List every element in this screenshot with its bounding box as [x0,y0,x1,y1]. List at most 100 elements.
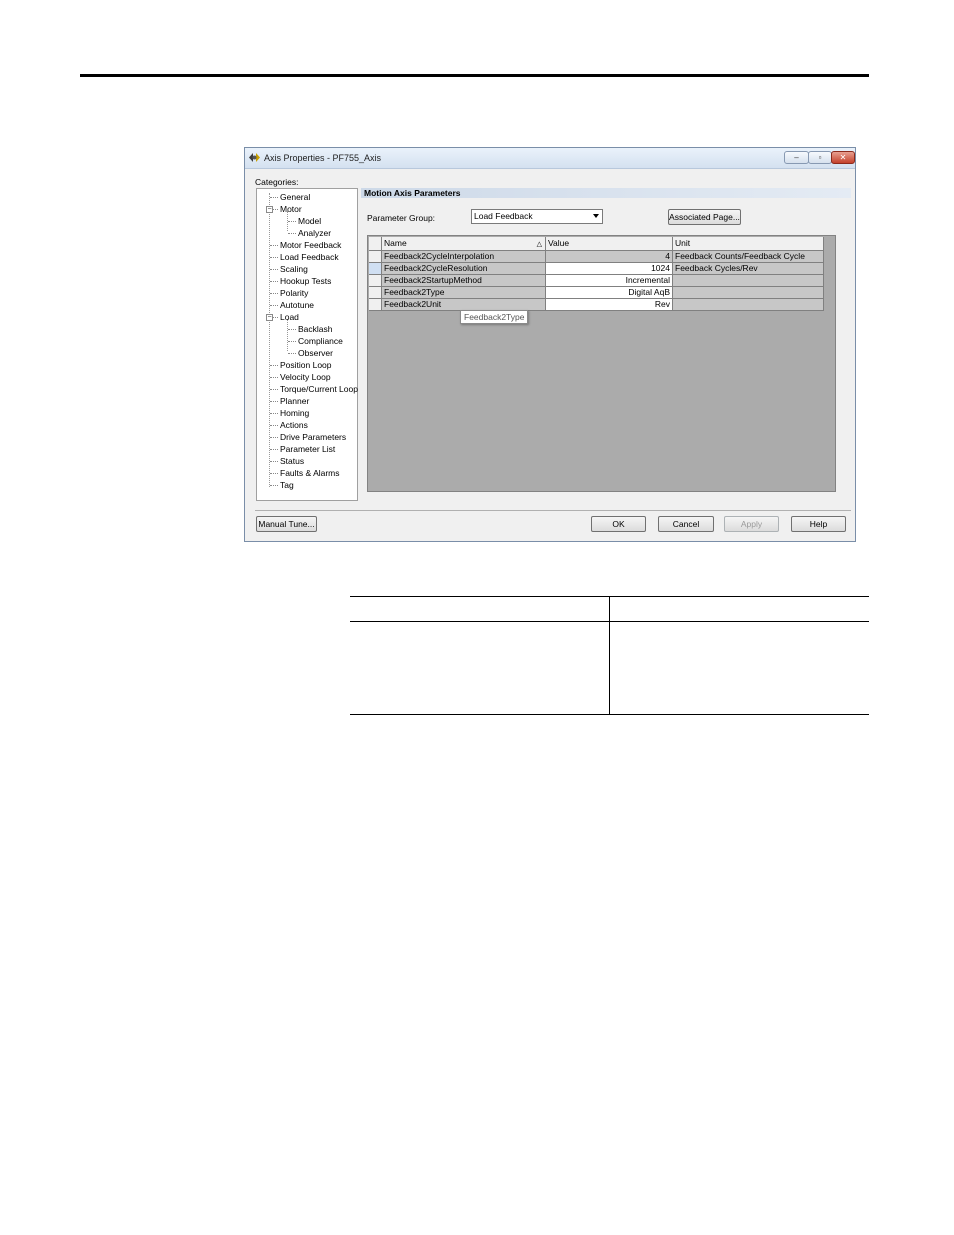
cell-name[interactable]: Feedback2CycleInterpolation [382,251,546,263]
close-button[interactable]: ✕ [831,151,855,164]
tree-connector [288,323,296,330]
collapse-icon[interactable]: − [266,206,273,213]
tree-item-autotune[interactable]: Autotune [270,299,314,311]
tree-connector [270,191,278,198]
column-header-name-label: Name [384,238,407,248]
tree-item-hookup-tests[interactable]: Hookup Tests [270,275,331,287]
tree-connector [270,287,278,294]
cell-name[interactable]: Feedback2StartupMethod [382,275,546,287]
minimize-button[interactable]: – [784,151,809,164]
tree-item-label: Motor [280,204,302,214]
tree-item-label: Hookup Tests [280,276,332,286]
column-header-unit[interactable]: Unit [673,237,824,251]
column-header-value[interactable]: Value [546,237,673,251]
manual-tune-button[interactable]: Manual Tune... [256,516,317,532]
tree-item-actions[interactable]: Actions [270,419,308,431]
maximize-button[interactable]: ▫ [808,151,832,164]
row-selector[interactable] [369,263,382,275]
chevron-down-icon [593,214,599,218]
tree-item-polarity[interactable]: Polarity [270,287,308,299]
tree-item-label: Analyzer [298,228,332,238]
page-top-rule [80,74,869,77]
tree-item-general[interactable]: General [270,191,310,203]
tree-item-motor-feedback[interactable]: Motor Feedback [270,239,341,251]
row-selector[interactable] [369,251,382,263]
cell-unit[interactable] [673,287,824,299]
cell-value[interactable]: Incremental [546,275,673,287]
tree-item-position-loop[interactable]: Position Loop [270,359,332,371]
tree-item-observer[interactable]: Observer [288,347,333,359]
tree-connector [270,431,278,438]
tree-item-analyzer[interactable]: Analyzer [288,227,331,239]
apply-button[interactable]: Apply [724,516,779,532]
parameter-group-select[interactable]: Load Feedback [471,209,603,224]
collapse-icon[interactable]: − [266,314,273,321]
cell-unit[interactable]: Feedback Cycles/Rev [673,263,824,275]
axis-app-icon [249,153,260,162]
help-button[interactable]: Help [791,516,846,532]
tree-connector [288,215,296,222]
cancel-button[interactable]: Cancel [658,516,714,532]
tree-item-label: Backlash [298,324,333,334]
parameter-grid: Name △ Value Unit Feedback2CycleInterpol… [367,235,836,492]
tree-item-label: Load [280,312,299,322]
tree-item-parameter-list[interactable]: Parameter List [270,443,335,455]
tree-item-planner[interactable]: Planner [270,395,309,407]
cell-unit[interactable] [673,275,824,287]
table-column-divider [609,596,610,715]
tree-connector [270,251,278,258]
cell-name[interactable]: Feedback2CycleResolution [382,263,546,275]
tree-item-label: Status [280,456,305,466]
cell-unit[interactable] [673,299,824,311]
tree-item-homing[interactable]: Homing [270,407,309,419]
table-row[interactable]: Feedback2CycleInterpolation 4 Feedback Cou… [369,251,824,263]
cell-name[interactable]: Feedback2Type [382,287,546,299]
tree-item-label: Parameter List [280,444,336,454]
tree-item-load[interactable]: Load [270,311,299,323]
tree-item-compliance[interactable]: Compliance [288,335,343,347]
title-bar[interactable]: Axis Properties - PF755_Axis – ▫ ✕ [245,148,855,169]
tree-item-tag[interactable]: Tag [270,479,294,491]
row-selector[interactable] [369,299,382,311]
tree-item-load-feedback[interactable]: Load Feedback [270,251,339,263]
parameter-group-label: Parameter Group: [367,213,436,223]
tree-connector [288,335,296,342]
table-row[interactable]: Feedback2Unit Rev [369,299,824,311]
table-row[interactable]: Feedback2CycleResolution 1024 Feedback Cyc… [369,263,824,275]
categories-label: Categories: [255,177,299,187]
tree-item-label: Observer [298,348,333,358]
tree-item-torque-current-loop[interactable]: Torque/Current Loop [270,383,358,395]
cell-value[interactable]: 4 [546,251,673,263]
tree-item-label: Velocity Loop [280,372,331,382]
tree-item-model[interactable]: Model [288,215,321,227]
column-header-name[interactable]: Name △ [382,237,546,251]
associated-page-button[interactable]: Associated Page... [668,209,741,225]
window-title: Axis Properties - PF755_Axis [264,153,382,163]
tree-item-label: Actions [280,420,308,430]
tree-item-velocity-loop[interactable]: Velocity Loop [270,371,331,383]
ok-button[interactable]: OK [591,516,646,532]
tree-item-label: Planner [280,396,310,406]
tree-item-label: Drive Parameters [280,432,347,442]
row-selector[interactable] [369,275,382,287]
cell-value[interactable]: 1024 [546,263,673,275]
tree-item-backlash[interactable]: Backlash [288,323,333,335]
header-select-all[interactable] [369,237,382,251]
categories-tree[interactable]: General Motor − Model Analyzer Motor Feedback… [256,188,358,501]
tree-item-faults-alarms[interactable]: Faults & Alarms [270,467,340,479]
tree-item-status[interactable]: Status [270,455,304,467]
table-row[interactable]: Feedback2StartupMethod Incremental [369,275,824,287]
tree-item-label: Faults & Alarms [280,468,340,478]
tree-item-motor[interactable]: Motor [270,203,302,215]
row-selector[interactable] [369,287,382,299]
table-row[interactable]: Feedback2Type Digital AqB [369,287,824,299]
tree-connector [270,275,278,282]
tree-item-label: Scaling [280,264,308,274]
tree-item-scaling[interactable]: Scaling [270,263,308,275]
tree-connector [270,455,278,462]
cell-unit[interactable]: Feedback Counts/Feedback Cycle [673,251,824,263]
tree-item-drive-parameters[interactable]: Drive Parameters [270,431,346,443]
cell-value[interactable]: Digital AqB [546,287,673,299]
cell-value[interactable]: Rev [546,299,673,311]
tree-item-label: Tag [280,480,294,490]
